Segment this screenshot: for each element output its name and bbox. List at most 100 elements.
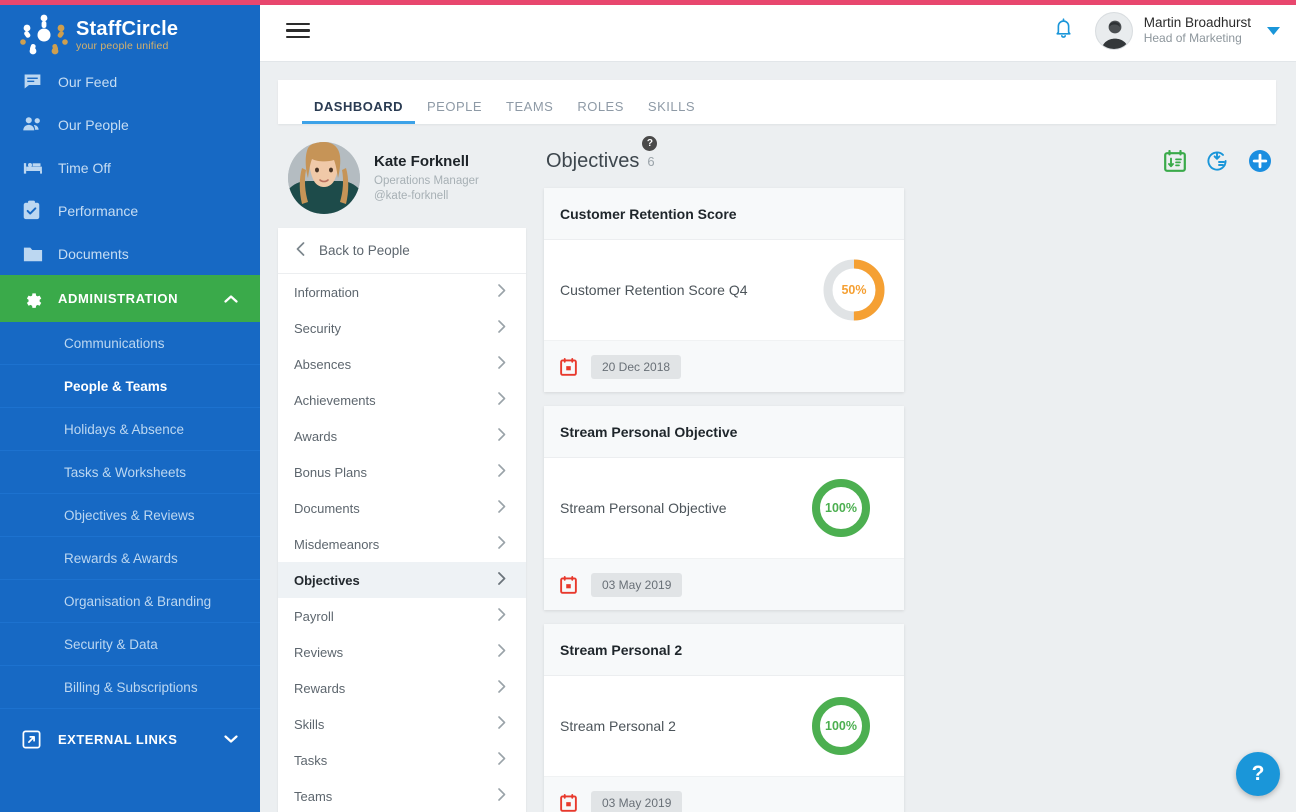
menu-label: Payroll <box>294 609 334 624</box>
tab-teams[interactable]: TEAMS <box>494 99 565 124</box>
chevron-right-icon <box>498 572 506 588</box>
chevron-right-icon <box>498 500 506 516</box>
sidebar-item-organisation-and-branding[interactable]: Organisation & Branding <box>0 580 260 623</box>
progress-donut: 100% <box>810 477 872 539</box>
tab-roles[interactable]: ROLES <box>565 99 636 124</box>
hamburger-icon[interactable] <box>286 19 310 43</box>
sidebar-item-objectives-and-reviews[interactable]: Objectives & Reviews <box>0 494 260 537</box>
calendar-icon <box>560 794 577 812</box>
chevron-down-icon[interactable] <box>224 732 238 747</box>
sidebar-subitem-label: Security & Data <box>64 637 158 652</box>
person-menu-security[interactable]: Security <box>278 310 526 346</box>
person-menu-objectives[interactable]: Objectives <box>278 562 526 598</box>
objectives-card-grid: Customer Retention Score Customer Retent… <box>544 188 1276 812</box>
sidebar-item-holidays-and-absence[interactable]: Holidays & Absence <box>0 408 260 451</box>
progress-donut: 100% <box>810 695 872 757</box>
user-menu[interactable]: Martin Broadhurst Head of Marketing <box>1095 12 1280 50</box>
objective-card-footer: 03 May 2019 <box>544 558 904 610</box>
clipboard-check-icon <box>22 200 58 221</box>
person-menu-documents[interactable]: Documents <box>278 490 526 526</box>
chevron-up-icon[interactable] <box>224 291 238 306</box>
notification-bell-icon[interactable] <box>1054 17 1073 44</box>
sidebar-item-label: Documents <box>58 246 129 262</box>
tab-label: ROLES <box>577 99 624 114</box>
sidebar-item-time-off[interactable]: Time Off <box>0 146 260 189</box>
calendar-sort-icon[interactable] <box>1164 150 1186 172</box>
menu-label: Achievements <box>294 393 376 408</box>
objective-card-footer: 03 May 2019 <box>544 776 904 812</box>
history-clock-icon[interactable] <box>1206 150 1228 172</box>
menu-label: Documents <box>294 501 360 516</box>
chevron-right-icon <box>498 320 506 336</box>
person-menu-teams[interactable]: Teams <box>278 778 526 812</box>
objective-card-description: Stream Personal Objective <box>560 500 810 516</box>
person-menu-tasks[interactable]: Tasks <box>278 742 526 778</box>
gear-icon <box>22 289 58 309</box>
tab-people[interactable]: PEOPLE <box>415 99 494 124</box>
app-root: StaffCircle your people unified Our Feed <box>0 0 1296 812</box>
page-title: Objectives ? <box>546 150 639 173</box>
sidebar-section-administration[interactable]: ADMINISTRATION <box>0 275 260 322</box>
objectives-header: Objectives ? 6 <box>544 130 1276 188</box>
sidebar-section-external-links[interactable]: EXTERNAL LINKS <box>0 713 260 765</box>
objectives-actions <box>1164 149 1272 173</box>
person-menu-skills[interactable]: Skills <box>278 706 526 742</box>
person-name: Kate Forknell <box>374 152 479 172</box>
menu-label: Misdemeanors <box>294 537 379 552</box>
sidebar-item-our-people[interactable]: Our People <box>0 103 260 146</box>
chevron-down-icon[interactable] <box>1267 22 1280 40</box>
back-label: Back to People <box>319 243 410 258</box>
person-menu-awards[interactable]: Awards <box>278 418 526 454</box>
objectives-panel: Objectives ? 6 <box>544 130 1276 812</box>
brand-name: StaffCircle <box>76 19 178 39</box>
chevron-right-icon <box>498 428 506 444</box>
menu-label: Bonus Plans <box>294 465 367 480</box>
person-menu-information[interactable]: Information <box>278 274 526 310</box>
progress-percent-label: 50% <box>822 258 886 322</box>
chevron-right-icon <box>498 392 506 408</box>
objective-card-description: Customer Retention Score Q4 <box>560 282 822 298</box>
bed-icon <box>22 157 58 178</box>
sidebar-item-communications[interactable]: Communications <box>0 322 260 365</box>
sidebar-item-tasks-and-worksheets[interactable]: Tasks & Worksheets <box>0 451 260 494</box>
tab-skills[interactable]: SKILLS <box>636 99 707 124</box>
sidebar-item-people-and-teams[interactable]: People & Teams <box>0 365 260 408</box>
help-question-icon[interactable]: ? <box>1236 752 1280 796</box>
sidebar-item-rewards-and-awards[interactable]: Rewards & Awards <box>0 537 260 580</box>
objective-card[interactable]: Stream Personal 2 Stream Personal 2 100% <box>544 624 904 812</box>
objective-card[interactable]: Stream Personal Objective Stream Persona… <box>544 406 904 610</box>
brand-tagline: your people unified <box>76 41 178 52</box>
sidebar-item-billing-and-subscriptions[interactable]: Billing & Subscriptions <box>0 666 260 709</box>
person-menu-rewards[interactable]: Rewards <box>278 670 526 706</box>
objective-card-footer: 20 Dec 2018 <box>544 340 904 392</box>
sidebar-item-performance[interactable]: Performance <box>0 189 260 232</box>
person-panel: Kate Forknell Operations Manager @kate-f… <box>278 130 526 812</box>
back-to-people-button[interactable]: Back to People <box>278 228 526 274</box>
sidebar-item-our-feed[interactable]: Our Feed <box>0 60 260 103</box>
brand-header[interactable]: StaffCircle your people unified <box>0 0 260 60</box>
main-content: Martin Broadhurst Head of Marketing DASH… <box>260 0 1296 812</box>
profile-avatar <box>288 142 360 214</box>
sidebar-item-label: Time Off <box>58 160 111 176</box>
person-menu-payroll[interactable]: Payroll <box>278 598 526 634</box>
progress-percent-label: 100% <box>810 695 872 757</box>
person-menu-misdemeanors[interactable]: Misdemeanors <box>278 526 526 562</box>
sidebar-subitem-label: Organisation & Branding <box>64 594 211 609</box>
tab-label: SKILLS <box>648 99 695 114</box>
sidebar-item-documents[interactable]: Documents <box>0 232 260 275</box>
add-plus-icon[interactable] <box>1248 149 1272 173</box>
help-badge-icon[interactable]: ? <box>642 136 657 151</box>
top-bar: Martin Broadhurst Head of Marketing <box>260 0 1296 62</box>
help-fab-label: ? <box>1252 762 1265 786</box>
person-menu-reviews[interactable]: Reviews <box>278 634 526 670</box>
objective-card-body: Customer Retention Score Q4 50% <box>544 240 904 340</box>
objective-card[interactable]: Customer Retention Score Customer Retent… <box>544 188 904 392</box>
person-menu-absences[interactable]: Absences <box>278 346 526 382</box>
person-menu-bonus-plans[interactable]: Bonus Plans <box>278 454 526 490</box>
person-menu-achievements[interactable]: Achievements <box>278 382 526 418</box>
chevron-right-icon <box>498 284 506 300</box>
tab-dashboard[interactable]: DASHBOARD <box>302 99 415 124</box>
tab-label: TEAMS <box>506 99 553 114</box>
main-sidebar: StaffCircle your people unified Our Feed <box>0 0 260 812</box>
sidebar-item-security-and-data[interactable]: Security & Data <box>0 623 260 666</box>
